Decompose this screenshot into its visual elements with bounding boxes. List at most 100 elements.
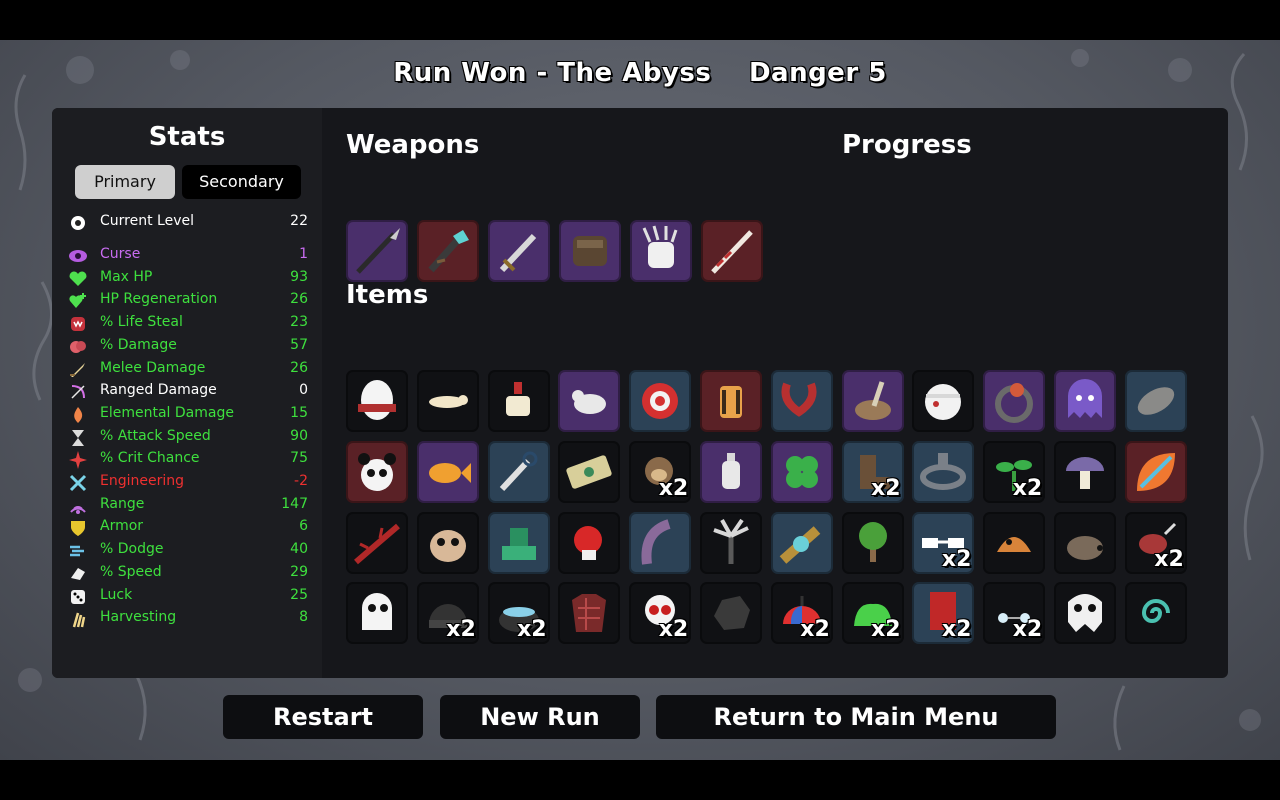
speed-icon	[68, 564, 88, 582]
stat-row[interactable]: Harvesting 8	[68, 607, 308, 629]
item-slot[interactable]: x2	[983, 440, 1046, 503]
item-slot[interactable]	[841, 511, 904, 574]
stat-row[interactable]: Melee Damage 26	[68, 358, 308, 380]
item-slot[interactable]	[700, 582, 762, 645]
item-slot[interactable]	[770, 511, 833, 574]
stat-row[interactable]: % Speed 29	[68, 562, 308, 584]
restart-button[interactable]: Restart	[223, 695, 423, 739]
stat-row[interactable]: Current Level 22	[68, 211, 308, 233]
item-slot[interactable]	[558, 582, 621, 645]
stat-row[interactable]: % Life Steal 23	[68, 312, 308, 334]
item-slot[interactable]	[558, 440, 621, 503]
weapon-slot[interactable]	[559, 220, 621, 282]
item-slot[interactable]	[1054, 582, 1116, 645]
stat-value: 40	[290, 541, 308, 558]
item-slot[interactable]: x2	[770, 582, 833, 645]
item-slot[interactable]	[912, 370, 975, 432]
stat-row[interactable]: % Attack Speed 90	[68, 426, 308, 448]
results-panel: Stats Primary Secondary Current Level 22 C…	[52, 108, 1228, 678]
item-slot[interactable]: x2	[629, 440, 692, 503]
game-screen: Run Won - The Abyss Danger 5 Stats Prima…	[0, 40, 1280, 760]
weapon-slot[interactable]	[630, 220, 692, 282]
stat-row[interactable]: HP Regeneration 26	[68, 289, 308, 311]
item-slot[interactable]	[416, 370, 479, 432]
curse-icon	[68, 246, 88, 264]
item-slot[interactable]: x2	[912, 582, 975, 645]
item-slot[interactable]	[487, 511, 550, 574]
stat-value: -2	[294, 473, 308, 489]
weapon-slot[interactable]	[417, 220, 479, 282]
new-run-button[interactable]: New Run	[440, 695, 640, 739]
stat-row[interactable]: Max HP 93	[68, 267, 308, 289]
item-slot[interactable]	[1054, 511, 1116, 574]
item-slot[interactable]	[770, 370, 833, 432]
item-slot[interactable]	[700, 370, 762, 432]
item-slot[interactable]	[1124, 440, 1187, 503]
stat-row[interactable]: % Dodge 40	[68, 539, 308, 561]
item-slot[interactable]	[912, 440, 975, 503]
item-slot[interactable]	[1054, 440, 1116, 503]
tab-primary[interactable]: Primary	[75, 165, 175, 199]
item-slot[interactable]: x2	[629, 582, 692, 645]
item-slot[interactable]	[346, 582, 408, 645]
stat-value: 8	[299, 609, 308, 626]
stat-value: 22	[290, 213, 308, 229]
damage-icon	[68, 337, 88, 355]
stat-value: 57	[290, 336, 308, 353]
stat-label: % Life Steal	[100, 314, 183, 331]
item-slot[interactable]	[841, 370, 904, 432]
stat-value: 93	[290, 268, 308, 285]
stat-row[interactable]: Luck 25	[68, 585, 308, 607]
item-slot[interactable]	[346, 511, 408, 574]
stat-row[interactable]: Ranged Damage 0	[68, 380, 308, 402]
item-slot[interactable]	[346, 440, 408, 503]
item-slot[interactable]	[1054, 370, 1116, 432]
item-slot[interactable]	[558, 511, 621, 574]
item-slot[interactable]	[700, 511, 762, 574]
item-slot[interactable]: x2	[416, 582, 479, 645]
stat-label: % Attack Speed	[100, 427, 211, 444]
stat-row[interactable]: % Damage 57	[68, 335, 308, 357]
stat-row[interactable]: % Crit Chance 75	[68, 448, 308, 470]
item-slot[interactable]: x2	[841, 440, 904, 503]
item-slot[interactable]	[1124, 582, 1187, 645]
dodge-icon	[68, 541, 88, 559]
stat-row[interactable]: Curse 1	[68, 244, 308, 266]
stat-value: 25	[290, 586, 308, 603]
elemental-icon	[68, 405, 88, 423]
item-slot[interactable]	[629, 370, 692, 432]
item-slot[interactable]	[487, 370, 550, 432]
item-slot[interactable]: x2	[1124, 511, 1187, 574]
harvesting-icon	[68, 609, 88, 628]
item-slot[interactable]	[629, 511, 692, 574]
weapon-slot[interactable]	[701, 220, 763, 282]
item-slot[interactable]	[416, 440, 479, 503]
item-slot[interactable]: x2	[487, 582, 550, 645]
stat-value: 6	[299, 518, 308, 535]
item-slot[interactable]	[416, 511, 479, 574]
item-slot[interactable]	[770, 440, 833, 503]
item-slot[interactable]	[700, 440, 762, 503]
item-slot[interactable]	[487, 440, 550, 503]
run-result-title: Run Won - The Abyss	[393, 58, 712, 88]
stat-row[interactable]: Engineering -2	[68, 471, 308, 493]
main-menu-button[interactable]: Return to Main Menu	[656, 695, 1056, 739]
item-slot[interactable]	[983, 370, 1046, 432]
stat-value: 23	[290, 314, 308, 331]
item-slot[interactable]: x2	[912, 511, 975, 574]
progress-title: Progress	[842, 130, 972, 160]
item-slot[interactable]	[1124, 370, 1187, 432]
item-slot[interactable]: x2	[841, 582, 904, 645]
tab-secondary[interactable]: Secondary	[182, 165, 301, 199]
stat-row[interactable]: Elemental Damage 15	[68, 403, 308, 425]
item-slot[interactable]: x2	[983, 582, 1046, 645]
item-slot[interactable]	[558, 370, 621, 432]
stat-row[interactable]: Range 147	[68, 494, 308, 516]
item-slot[interactable]	[983, 511, 1046, 574]
weapon-slot[interactable]	[488, 220, 550, 282]
stat-row[interactable]: Armor 6	[68, 516, 308, 538]
item-slot[interactable]	[346, 370, 408, 432]
items-title: Items	[346, 280, 429, 310]
stat-label: Engineering	[100, 473, 184, 489]
weapon-slot[interactable]	[346, 220, 408, 282]
